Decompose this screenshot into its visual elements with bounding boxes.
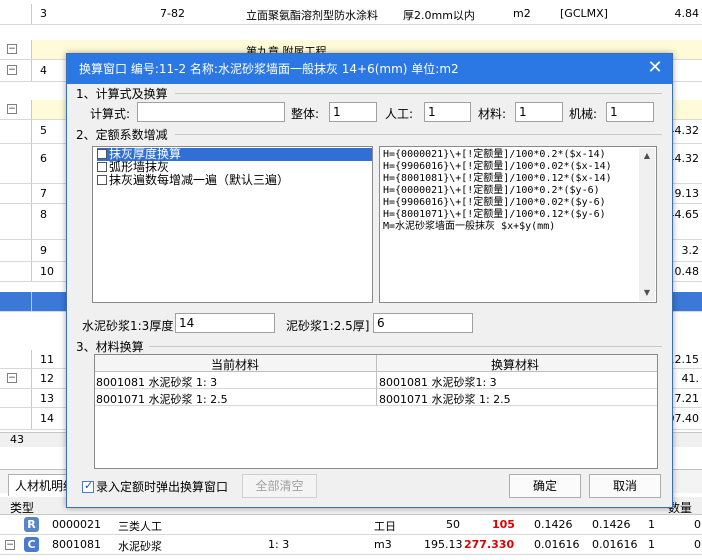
- clear-all-button[interactable]: 全部清空: [242, 474, 317, 498]
- collapse-icon[interactable]: −: [7, 44, 17, 54]
- checkbox[interactable]: [97, 149, 107, 159]
- table-row[interactable]: − C 8001081 水泥砂浆 1: 3 m3 195.13 277.330 …: [0, 535, 702, 555]
- cancel-button[interactable]: 取消: [589, 474, 661, 498]
- table-row[interactable]: R 0000021 三类人工 工日 50 105 0.1426 0.1426 1…: [0, 515, 702, 535]
- material-type-icon: C: [24, 537, 39, 552]
- coefficient-list[interactable]: 抹灰厚度换算 弧形墙抹灰 抹灰遍数每增减一遍（默认三遍）: [92, 146, 373, 303]
- collapse-icon[interactable]: −: [7, 373, 17, 383]
- column-divider: [376, 355, 377, 406]
- coefficient-item[interactable]: 抹灰遍数每增减一遍（默认三遍）: [97, 174, 289, 187]
- formula-label: 计算式:: [90, 107, 131, 121]
- section-formula-title: 1、计算式及换算: [76, 87, 168, 101]
- row-count: 43: [10, 433, 24, 446]
- whole-input[interactable]: 1: [329, 102, 377, 122]
- ok-button[interactable]: 确定: [509, 474, 581, 498]
- checkbox[interactable]: [97, 162, 107, 172]
- vertical-scrollbar[interactable]: ▲ ▼: [639, 148, 655, 301]
- thickness1-input[interactable]: 14: [175, 313, 275, 333]
- popup-on-entry-checkbox[interactable]: 录入定额时弹出换算窗口: [82, 479, 228, 494]
- material-label: 材料:: [478, 107, 507, 121]
- formula-text-area[interactable]: H={0000021}\+[!定额量]/100*0.2*($x-14) H={9…: [379, 146, 657, 303]
- divider: [149, 346, 662, 347]
- checkbox[interactable]: [97, 175, 107, 185]
- labor-label: 人工:: [385, 107, 414, 121]
- labor-input[interactable]: 1: [424, 102, 471, 122]
- thickness2-label: 泥砂浆1:2.5厚]: [286, 319, 370, 333]
- close-icon[interactable]: ✕: [644, 58, 666, 80]
- dialog-titlebar[interactable]: 换算窗口 编号:11-2 名称:水泥砂浆墙面一般抹灰 14+6(mm) 单位:m…: [67, 54, 672, 84]
- scroll-up-icon[interactable]: ▲: [639, 148, 655, 164]
- thickness1-label: 水泥砂浆1:3厚度: [82, 319, 174, 333]
- whole-label: 整体:: [291, 107, 320, 121]
- collapse-icon[interactable]: −: [7, 65, 17, 75]
- scroll-down-icon[interactable]: ▼: [639, 285, 655, 301]
- collapse-icon[interactable]: −: [7, 104, 17, 114]
- divider: [175, 134, 662, 135]
- labor-type-icon: R: [24, 517, 39, 532]
- machine-input[interactable]: 1: [606, 102, 654, 122]
- conversion-dialog: 换算窗口 编号:11-2 名称:水泥砂浆墙面一般抹灰 14+6(mm) 单位:m…: [66, 53, 673, 508]
- section-coefficient-title: 2、定额系数增减: [76, 128, 168, 142]
- dialog-title: 换算窗口 编号:11-2 名称:水泥砂浆墙面一般抹灰 14+6(mm) 单位:m…: [79, 62, 459, 76]
- material-table: 当前材料 换算材料 8001081 水泥砂浆 1: 3 8001081 水泥砂浆…: [94, 354, 658, 469]
- collapse-icon[interactable]: −: [5, 540, 15, 550]
- divider: [175, 93, 662, 94]
- material-input[interactable]: 1: [515, 102, 563, 122]
- section-material-title: 3、材料换算: [76, 340, 144, 354]
- formula-input[interactable]: [137, 102, 285, 122]
- grid-row[interactable]: 3 7-82 立面聚氨酯溶剂型防水涂料 厚2.0mm以内 m2 [GCLMX] …: [0, 4, 702, 25]
- machine-label: 机械:: [569, 107, 598, 121]
- checkbox-checked-icon[interactable]: [82, 479, 94, 493]
- thickness2-input[interactable]: 6: [373, 313, 473, 333]
